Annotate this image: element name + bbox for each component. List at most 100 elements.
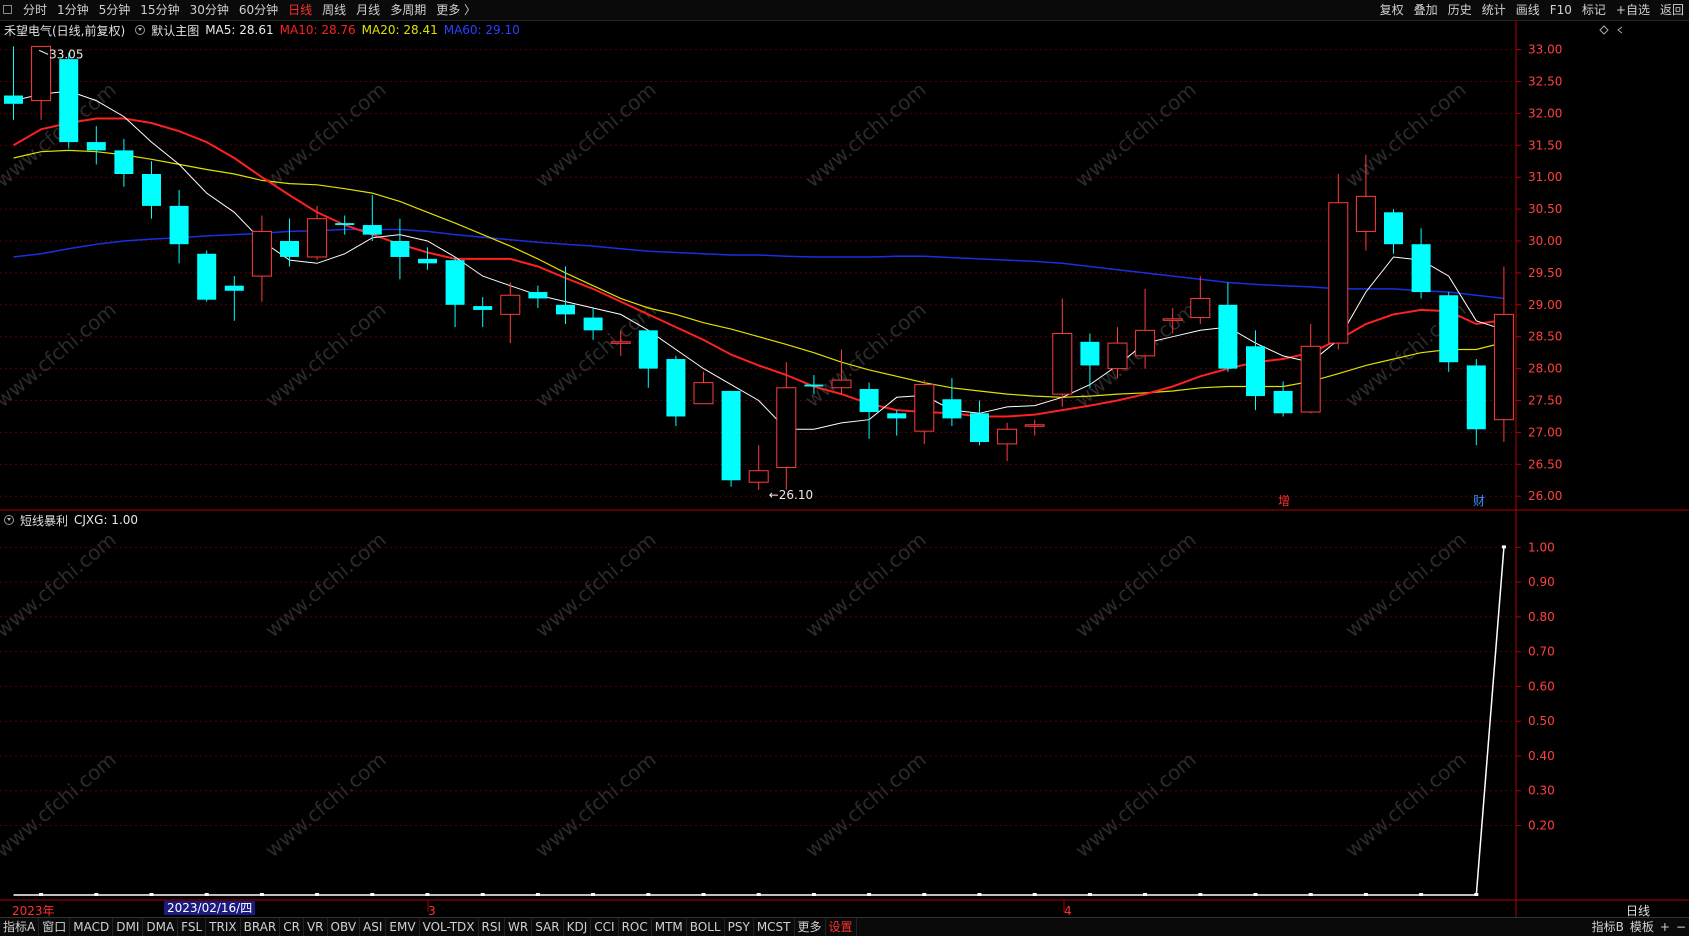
watermark-text: www.cfchi.com — [0, 527, 121, 642]
indicator-tick-label: 0.70 — [1528, 645, 1555, 659]
price-tick-label: 33.00 — [1528, 43, 1562, 57]
indicator-tab-23[interactable]: MCST — [754, 918, 795, 936]
year-start-label: 2023年 — [12, 904, 55, 918]
cjxg-point — [480, 893, 485, 896]
cjxg-point — [149, 893, 154, 896]
indicator-tab-16[interactable]: SAR — [532, 918, 564, 936]
indicator-tab-8[interactable]: CR — [280, 918, 304, 936]
indicator-tick-label: 0.30 — [1528, 784, 1555, 798]
indicator-tab-20[interactable]: MTM — [652, 918, 687, 936]
watermark-text: www.cfchi.com — [260, 77, 390, 192]
cjxg-point — [811, 893, 816, 896]
cjxg-point — [1032, 893, 1037, 896]
watermark-text: www.cfchi.com — [0, 297, 121, 412]
indicator-tab-17[interactable]: KDJ — [564, 918, 592, 936]
indicator-tab-4[interactable]: DMA — [143, 918, 179, 936]
watermark-text: www.cfchi.com — [800, 747, 930, 862]
cjxg-point — [867, 893, 872, 896]
price-tick-label: 30.00 — [1528, 234, 1562, 248]
candle-body-down — [390, 241, 410, 257]
candle-body-down — [942, 399, 962, 419]
candle-body-down — [197, 253, 217, 300]
watermark-text: www.cfchi.com — [530, 77, 660, 192]
collapse-icon — [1617, 26, 1623, 34]
candle-body-down — [418, 258, 437, 264]
cjxg-point — [39, 893, 44, 896]
candle-body-down — [1411, 244, 1431, 293]
candle-body-down — [114, 150, 134, 174]
candle-body-down — [583, 317, 603, 331]
candle-body-up — [1107, 342, 1128, 370]
bottom-right-button-2[interactable]: + — [1657, 918, 1673, 936]
indicator-tab-2[interactable]: MACD — [70, 918, 114, 936]
indicator-tab-14[interactable]: RSI — [479, 918, 506, 936]
candle-body-down — [528, 292, 548, 299]
candle-body-up — [776, 387, 797, 469]
indicator-tabs: 指标A 窗口 MACD DMI DMA FSL TRIX BRAR CR VR OBV ASI EMV V… — [0, 918, 857, 936]
indicator-tab-21[interactable]: BOLL — [687, 918, 725, 936]
candle-body-up — [1162, 318, 1183, 321]
candle-body-up — [1493, 313, 1514, 421]
candle-body-down — [86, 142, 106, 151]
indicator-tab-24[interactable]: 更多 — [795, 918, 826, 936]
indicator-tab-19[interactable]: ROC — [619, 918, 652, 936]
cai-event-tag: 财 — [1473, 494, 1485, 508]
price-tick-label: 27.00 — [1528, 425, 1562, 439]
indicator-tab-13[interactable]: VOL-TDX — [420, 918, 479, 936]
bottom-right-button-3[interactable]: − — [1673, 918, 1689, 936]
candle-body-down — [4, 95, 23, 104]
indicator-tab-15[interactable]: WR — [505, 918, 533, 936]
cjxg-point — [425, 893, 430, 896]
indicator-tab-0[interactable]: 指标A — [0, 918, 40, 936]
cjxg-point — [1308, 893, 1313, 896]
candle-body-down — [721, 390, 741, 481]
price-tick-label: 32.50 — [1528, 74, 1562, 88]
candle-body-up — [1328, 202, 1349, 344]
price-tick-label: 32.00 — [1528, 106, 1562, 120]
candle-body-down — [1466, 365, 1486, 430]
candle-body-down — [1384, 212, 1403, 245]
period-label: 日线 — [1626, 904, 1650, 918]
indicator-tab-7[interactable]: BRAR — [241, 918, 281, 936]
candle-body-down — [362, 225, 382, 235]
indicator-tab-9[interactable]: VR — [304, 918, 328, 936]
candle-body-down — [59, 59, 79, 143]
indicator-tab-10[interactable]: OBV — [328, 918, 361, 936]
indicator-tick-label: 0.60 — [1528, 679, 1555, 693]
indicator-tab-12[interactable]: EMV — [386, 918, 420, 936]
ma10-line — [12, 117, 1505, 418]
candle-body-down — [1218, 304, 1238, 369]
cjxg-point — [646, 893, 651, 896]
indicator-tab-3[interactable]: DMI — [113, 918, 144, 936]
indicator-tab-25[interactable]: 设置 — [826, 918, 857, 936]
watermark-text: www.cfchi.com — [530, 747, 660, 862]
cjxg-point — [94, 893, 99, 896]
watermark-text: www.cfchi.com — [1340, 747, 1470, 862]
price-tick-label: 31.50 — [1528, 138, 1562, 152]
cjxg-point — [1143, 893, 1148, 896]
indicator-tab-18[interactable]: CCI — [591, 918, 619, 936]
indicator-tab-22[interactable]: PSY — [725, 918, 754, 936]
candle-body-up — [610, 341, 631, 344]
indicator-tab-1[interactable]: 窗口 — [39, 918, 71, 936]
cjxg-point — [315, 893, 320, 896]
price-tick-label: 28.00 — [1528, 362, 1562, 376]
candle-body-up — [500, 294, 521, 315]
bottom-right-button-1[interactable]: 模板 — [1627, 918, 1657, 936]
kline-chart[interactable]: www.cfchi.com www.cfchi.com www.cfchi.com w… — [0, 0, 1689, 935]
ma5-line — [13, 90, 1505, 430]
price-tick-label: 31.00 — [1528, 170, 1562, 184]
candle-body-down — [142, 174, 161, 206]
candle-body-down — [224, 285, 244, 291]
cjxg-point — [977, 893, 982, 896]
indicator-tab-5[interactable]: FSL — [178, 918, 207, 936]
bottom-right-button-0[interactable]: 指标B — [1589, 918, 1627, 936]
indicator-tick-label: 0.90 — [1528, 575, 1555, 589]
indicator-tab-6[interactable]: TRIX — [206, 918, 241, 936]
low-price-marker: ←26.10 — [769, 488, 813, 502]
watermark-text: www.cfchi.com — [260, 747, 390, 862]
candle-body-down — [638, 330, 658, 369]
watermark-text: www.cfchi.com — [1340, 527, 1470, 642]
cjxg-point — [1087, 893, 1092, 896]
indicator-tab-11[interactable]: ASI — [360, 918, 387, 936]
